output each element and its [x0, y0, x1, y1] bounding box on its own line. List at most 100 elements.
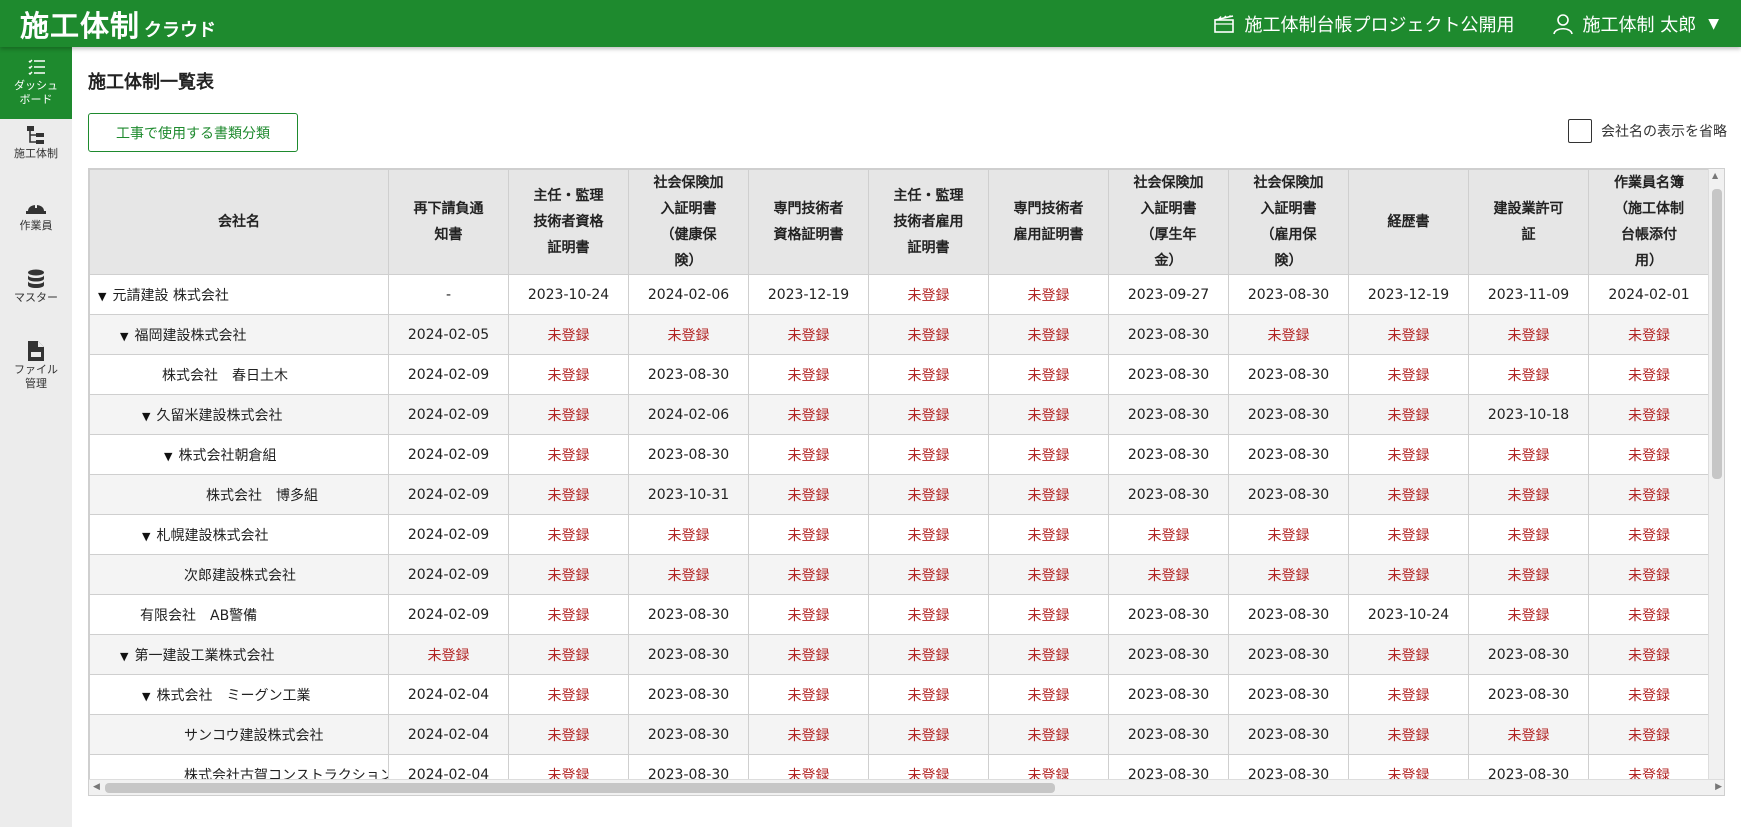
document-status-cell[interactable]: 未登録: [988, 674, 1109, 715]
document-status-cell[interactable]: 2023-10-24: [1348, 594, 1469, 635]
document-status-cell[interactable]: 未登録: [1108, 514, 1229, 555]
document-status-cell[interactable]: 2023-08-30: [1228, 594, 1349, 635]
document-status-cell[interactable]: 未登録: [748, 474, 869, 515]
document-status-cell[interactable]: 未登録: [748, 434, 869, 475]
document-status-cell[interactable]: 2023-08-30: [1108, 714, 1229, 755]
document-status-cell[interactable]: 未登録: [748, 714, 869, 755]
table-row[interactable]: ▼ 株式会社朝倉組 2024-02-09 未登録 2023-08-30 未登録 未登録 未登録…: [89, 434, 1710, 475]
document-status-cell[interactable]: 2023-08-30: [628, 354, 749, 395]
document-status-cell[interactable]: 未登録: [988, 714, 1109, 755]
table-row[interactable]: ▼ 第一建設工業株式会社 未登録 未登録 2023-08-30 未登録 未登録 未登録 2023…: [89, 634, 1710, 675]
document-status-cell[interactable]: 2023-08-30: [1228, 674, 1349, 715]
document-status-cell[interactable]: 2024-02-09: [388, 554, 509, 595]
structure-table-container[interactable]: 会社名 再下請負通 知書 主任・監理 技術者資格 証明書 社会保険加 入証明書 （健康…: [88, 168, 1725, 796]
vertical-scroll-thumb[interactable]: [1712, 189, 1722, 479]
document-status-cell[interactable]: 2024-02-09: [388, 354, 509, 395]
document-status-cell[interactable]: 未登録: [988, 634, 1109, 675]
company-name-cell[interactable]: ▼ 久留米建設株式会社: [89, 394, 389, 435]
document-status-cell[interactable]: 未登録: [1348, 714, 1469, 755]
document-status-cell[interactable]: 2024-02-09: [388, 434, 509, 475]
sidebar-item-workers[interactable]: 作業員: [0, 183, 72, 255]
document-status-cell[interactable]: 2023-08-30: [1108, 674, 1229, 715]
document-status-cell[interactable]: 未登録: [868, 434, 989, 475]
document-status-cell[interactable]: 未登録: [868, 594, 989, 635]
table-row[interactable]: 株式会社 春日土木 2024-02-09 未登録 2023-08-30 未登録 未登録 未登…: [89, 354, 1710, 395]
document-status-cell[interactable]: 未登録: [1468, 594, 1589, 635]
document-status-cell[interactable]: 未登録: [748, 354, 869, 395]
document-status-cell[interactable]: 未登録: [1588, 714, 1710, 755]
document-status-cell[interactable]: 2023-08-30: [1228, 434, 1349, 475]
company-name-cell[interactable]: ▼ 第一建設工業株式会社: [89, 634, 389, 675]
document-status-cell[interactable]: 2023-08-30: [1468, 634, 1589, 675]
expand-toggle-icon[interactable]: ▼: [98, 290, 106, 303]
document-status-cell[interactable]: 2023-08-30: [1228, 354, 1349, 395]
document-status-cell[interactable]: 2023-08-30: [1108, 394, 1229, 435]
document-status-cell[interactable]: 未登録: [988, 314, 1109, 355]
document-status-cell[interactable]: 未登録: [1468, 554, 1589, 595]
company-name-cell[interactable]: ▼ 福岡建設株式会社: [89, 314, 389, 355]
table-row[interactable]: 有限会社 AB警備 2024-02-09 未登録 2023-08-30 未登録 未登録 未登…: [89, 594, 1710, 635]
document-status-cell[interactable]: 未登録: [988, 554, 1109, 595]
document-status-cell[interactable]: 2024-02-06: [628, 394, 749, 435]
document-status-cell[interactable]: 2023-10-24: [508, 274, 629, 315]
document-status-cell[interactable]: 未登録: [508, 394, 629, 435]
omit-company-name-toggle[interactable]: 会社名の表示を省略: [1568, 119, 1727, 143]
company-name-cell[interactable]: ▼ 株式会社朝倉組: [89, 434, 389, 475]
document-status-cell[interactable]: 未登録: [508, 674, 629, 715]
document-status-cell[interactable]: 未登録: [508, 554, 629, 595]
document-status-cell[interactable]: 2024-02-04: [388, 714, 509, 755]
document-status-cell[interactable]: 2023-11-09: [1468, 274, 1589, 315]
document-status-cell[interactable]: 未登録: [1228, 554, 1349, 595]
document-status-cell[interactable]: 未登録: [1468, 514, 1589, 555]
document-status-cell[interactable]: 2023-08-30: [628, 634, 749, 675]
document-status-cell[interactable]: 未登録: [1588, 554, 1710, 595]
sidebar-item-master[interactable]: マスター: [0, 255, 72, 327]
document-status-cell[interactable]: 2023-08-30: [1108, 634, 1229, 675]
company-name-cell[interactable]: 株式会社 春日土木: [89, 354, 389, 395]
document-status-cell[interactable]: 未登録: [748, 394, 869, 435]
document-status-cell[interactable]: 2023-08-30: [628, 594, 749, 635]
document-status-cell[interactable]: 未登録: [1348, 674, 1469, 715]
document-status-cell[interactable]: 未登録: [868, 274, 989, 315]
expand-toggle-icon[interactable]: ▼: [142, 530, 150, 543]
document-status-cell[interactable]: 未登録: [1348, 314, 1469, 355]
document-status-cell[interactable]: 未登録: [988, 274, 1109, 315]
document-status-cell[interactable]: 未登録: [988, 434, 1109, 475]
document-status-cell[interactable]: 未登録: [868, 314, 989, 355]
document-status-cell[interactable]: 未登録: [1588, 314, 1710, 355]
table-row[interactable]: 次郎建設株式会社 2024-02-09 未登録 未登録 未登録 未登録 未登録 未登録 未登録未…: [89, 554, 1710, 595]
document-status-cell[interactable]: 未登録: [748, 554, 869, 595]
company-name-cell[interactable]: ▼ 札幌建設株式会社: [89, 514, 389, 555]
scroll-up-icon[interactable]: ▲: [1712, 171, 1718, 180]
document-status-cell[interactable]: 未登録: [1588, 394, 1710, 435]
vertical-scrollbar[interactable]: ▲: [1708, 169, 1724, 781]
document-status-cell[interactable]: 未登録: [628, 554, 749, 595]
document-status-cell[interactable]: 未登録: [628, 514, 749, 555]
document-status-cell[interactable]: 2024-02-04: [388, 674, 509, 715]
document-status-cell[interactable]: 未登録: [508, 634, 629, 675]
document-status-cell[interactable]: 2023-10-31: [628, 474, 749, 515]
document-status-cell[interactable]: 未登録: [508, 474, 629, 515]
document-status-cell[interactable]: 未登録: [868, 674, 989, 715]
document-status-cell[interactable]: 未登録: [868, 354, 989, 395]
document-status-cell[interactable]: 未登録: [1348, 514, 1469, 555]
document-status-cell[interactable]: 未登録: [1588, 474, 1710, 515]
document-status-cell[interactable]: 未登録: [1588, 354, 1710, 395]
document-status-cell[interactable]: 2024-02-09: [388, 394, 509, 435]
document-category-button[interactable]: 工事で使用する書類分類: [88, 113, 298, 152]
document-status-cell[interactable]: 未登録: [1588, 674, 1710, 715]
document-status-cell[interactable]: 2023-08-30: [1108, 594, 1229, 635]
document-status-cell[interactable]: 未登録: [988, 394, 1109, 435]
document-status-cell[interactable]: 2023-08-30: [1228, 394, 1349, 435]
document-status-cell[interactable]: 未登録: [748, 314, 869, 355]
company-name-cell[interactable]: 有限会社 AB警備: [89, 594, 389, 635]
company-name-cell[interactable]: 次郎建設株式会社: [89, 554, 389, 595]
document-status-cell[interactable]: 2024-02-06: [628, 274, 749, 315]
document-status-cell[interactable]: 未登録: [1588, 594, 1710, 635]
document-status-cell[interactable]: 未登録: [868, 714, 989, 755]
scroll-left-icon[interactable]: ◀: [93, 782, 100, 792]
document-status-cell[interactable]: 未登録: [1348, 354, 1469, 395]
document-status-cell[interactable]: 未登録: [868, 514, 989, 555]
document-status-cell[interactable]: 未登録: [508, 594, 629, 635]
table-row[interactable]: サンコウ建設株式会社 2024-02-04 未登録 2023-08-30 未登録 未登録未…: [89, 714, 1710, 755]
